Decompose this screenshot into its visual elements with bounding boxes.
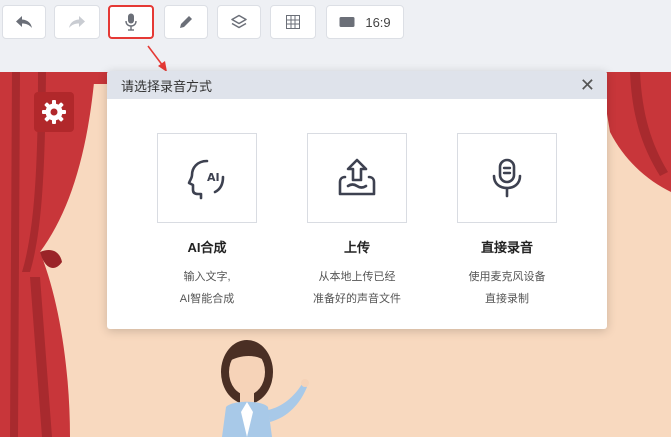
option-direct-recording[interactable]: 直接录音 使用麦克风设备 直接录制 xyxy=(457,133,557,310)
option-title: AI合成 xyxy=(187,240,227,255)
screen-icon xyxy=(339,17,355,27)
svg-text:AI: AI xyxy=(207,171,220,184)
option-card[interactable]: AI xyxy=(157,133,257,223)
option-card[interactable] xyxy=(457,133,557,223)
gear-icon xyxy=(42,100,66,124)
close-icon[interactable]: ✕ xyxy=(580,76,595,94)
toolbar: 16:9 xyxy=(0,0,671,44)
dialog-title: 请选择录音方式 xyxy=(121,78,213,94)
redo-button[interactable] xyxy=(54,5,100,39)
option-desc-line: 输入文字, xyxy=(183,271,231,283)
upload-icon xyxy=(338,158,376,196)
option-description: 输入文字, AI智能合成 xyxy=(180,266,234,310)
ai-head-icon: AI xyxy=(187,159,225,200)
undo-icon xyxy=(16,16,32,28)
aspect-ratio-button[interactable]: 16:9 xyxy=(326,5,404,39)
redo-icon xyxy=(69,16,85,28)
option-title: 上传 xyxy=(343,240,370,255)
option-title: 直接录音 xyxy=(480,240,533,255)
aspect-ratio-label: 16:9 xyxy=(365,14,391,30)
layers-button[interactable] xyxy=(217,5,261,39)
layers-icon xyxy=(231,14,247,29)
option-desc-line: 准备好的声音文件 xyxy=(313,293,401,305)
option-desc-line: 从本地上传已经 xyxy=(318,271,396,283)
record-audio-button[interactable] xyxy=(108,5,154,39)
option-card[interactable] xyxy=(307,133,407,223)
option-desc-line: 使用麦克风设备 xyxy=(468,271,546,283)
record-options: AI AI合成 输入文字, AI智能合成 上传 从本地上传已经 准备好的声音文件… xyxy=(107,99,607,329)
grid-icon xyxy=(286,15,300,29)
option-upload[interactable]: 上传 从本地上传已经 准备好的声音文件 xyxy=(307,133,407,310)
grid-button[interactable] xyxy=(270,5,316,39)
option-description: 从本地上传已经 准备好的声音文件 xyxy=(313,266,401,310)
settings-button[interactable] xyxy=(34,92,74,132)
option-ai-synthesis[interactable]: AI AI合成 输入文字, AI智能合成 xyxy=(157,133,257,310)
undo-button[interactable] xyxy=(2,5,46,39)
microphone-icon xyxy=(125,13,137,31)
option-description: 使用麦克风设备 直接录制 xyxy=(469,266,546,310)
microphone-icon xyxy=(492,158,522,198)
option-desc-line: AI智能合成 xyxy=(179,293,235,305)
record-method-dialog: 请选择录音方式 ✕ AI AI合成 输入文字, AI智能合成 上传 从本地上传已… xyxy=(107,71,607,329)
presenter-character xyxy=(221,340,309,437)
pen-button[interactable] xyxy=(164,5,208,39)
pencil-icon xyxy=(180,16,192,28)
option-desc-line: 直接录制 xyxy=(485,293,529,305)
dialog-header: 请选择录音方式 ✕ xyxy=(107,71,607,99)
